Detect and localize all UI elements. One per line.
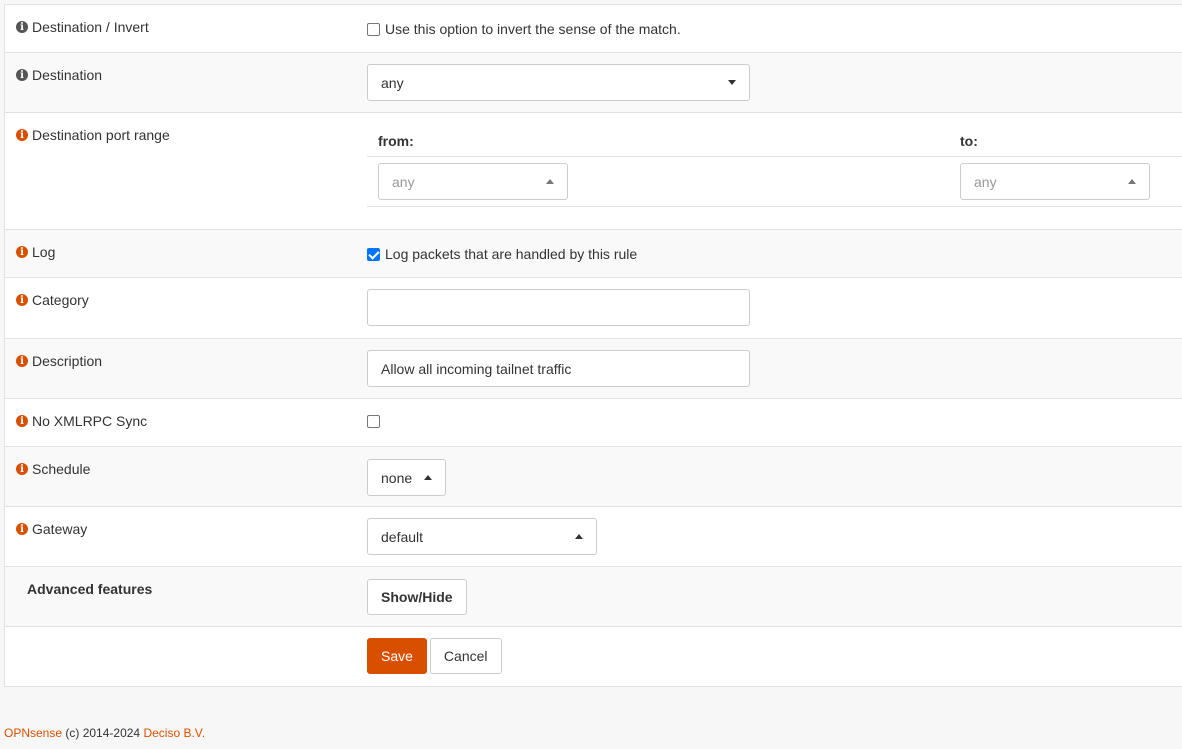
category-input[interactable] bbox=[367, 289, 750, 326]
label-category: i Category bbox=[16, 292, 89, 308]
advanced-controls: Show/Hide bbox=[367, 579, 467, 615]
row-destination: i Destination any bbox=[5, 53, 1182, 113]
footer-copyright: (c) 2014-2024 bbox=[65, 726, 141, 740]
from-port-select[interactable]: any bbox=[378, 163, 568, 200]
no-xmlrpc-checkbox-group bbox=[367, 415, 380, 428]
info-icon[interactable]: i bbox=[16, 246, 28, 258]
schedule-select[interactable]: none bbox=[367, 459, 446, 496]
info-icon[interactable]: i bbox=[16, 523, 28, 535]
label-description: i Description bbox=[16, 353, 102, 369]
port-range-header: from: to: bbox=[367, 123, 1182, 157]
info-icon[interactable]: i bbox=[16, 415, 28, 427]
page-footer: OPNsense (c) 2014-2024 Deciso B.V. bbox=[4, 726, 205, 740]
info-icon[interactable]: i bbox=[16, 463, 28, 475]
to-label: to: bbox=[960, 133, 978, 149]
row-actions: Save Cancel bbox=[5, 627, 1182, 687]
destination-invert-checkbox-group: Use this option to invert the sense of t… bbox=[367, 21, 681, 37]
label-no-xmlrpc-sync: i No XMLRPC Sync bbox=[16, 413, 147, 429]
from-label: from: bbox=[378, 133, 414, 149]
info-icon[interactable]: i bbox=[16, 355, 28, 367]
info-icon[interactable]: i bbox=[16, 21, 28, 33]
save-button[interactable]: Save bbox=[367, 638, 427, 674]
destination-invert-checkbox[interactable] bbox=[367, 22, 380, 36]
port-range-table: from: to: any any bbox=[367, 123, 1182, 217]
log-checkbox-group: Log packets that are handled by this rul… bbox=[367, 246, 637, 262]
caret-up-icon bbox=[575, 534, 583, 539]
port-range-row: any any bbox=[367, 157, 1182, 207]
show-hide-button[interactable]: Show/Hide bbox=[367, 579, 467, 615]
caret-down-icon bbox=[728, 80, 736, 85]
row-destination-invert: i Destination / Invert Use this option t… bbox=[5, 5, 1182, 53]
description-input[interactable]: Allow all incoming tailnet traffic bbox=[367, 350, 750, 387]
info-icon[interactable]: i bbox=[16, 129, 28, 141]
cancel-button[interactable]: Cancel bbox=[429, 638, 502, 674]
row-advanced-features: Advanced features Show/Hide bbox=[5, 567, 1182, 627]
row-schedule: i Schedule none bbox=[5, 447, 1182, 507]
row-description: i Description Allow all incoming tailnet… bbox=[5, 339, 1182, 399]
rule-form-panel: i Destination / Invert Use this option t… bbox=[4, 4, 1182, 687]
to-port-select[interactable]: any bbox=[960, 163, 1150, 200]
label-schedule: i Schedule bbox=[16, 461, 90, 477]
caret-up-icon bbox=[424, 475, 432, 480]
label-destination: i Destination bbox=[16, 67, 102, 83]
label-destination-port-range: i Destination port range bbox=[16, 127, 170, 143]
label-destination-invert: i Destination / Invert bbox=[16, 19, 149, 35]
destination-invert-checkbox-label[interactable]: Use this option to invert the sense of t… bbox=[385, 21, 681, 37]
footer-brand-link[interactable]: OPNsense bbox=[4, 726, 62, 740]
row-category: i Category bbox=[5, 278, 1182, 339]
row-no-xmlrpc-sync: i No XMLRPC Sync bbox=[5, 399, 1182, 447]
log-checkbox[interactable] bbox=[367, 247, 380, 261]
caret-up-icon bbox=[546, 179, 554, 184]
row-destination-port-range: i Destination port range from: to: any a… bbox=[5, 113, 1182, 230]
row-gateway: i Gateway default bbox=[5, 507, 1182, 567]
label-advanced-features: Advanced features bbox=[27, 581, 153, 597]
label-gateway: i Gateway bbox=[16, 521, 87, 537]
footer-company-link[interactable]: Deciso B.V. bbox=[143, 726, 205, 740]
destination-select[interactable]: any bbox=[367, 64, 750, 101]
label-log: i Log bbox=[16, 244, 55, 260]
info-icon[interactable]: i bbox=[16, 69, 28, 81]
caret-up-icon bbox=[1128, 179, 1136, 184]
row-log: i Log Log packets that are handled by th… bbox=[5, 230, 1182, 278]
no-xmlrpc-checkbox[interactable] bbox=[367, 415, 380, 428]
gateway-select[interactable]: default bbox=[367, 518, 597, 555]
form-actions: Save Cancel bbox=[367, 638, 502, 674]
log-checkbox-label[interactable]: Log packets that are handled by this rul… bbox=[385, 246, 637, 262]
info-icon[interactable]: i bbox=[16, 294, 28, 306]
